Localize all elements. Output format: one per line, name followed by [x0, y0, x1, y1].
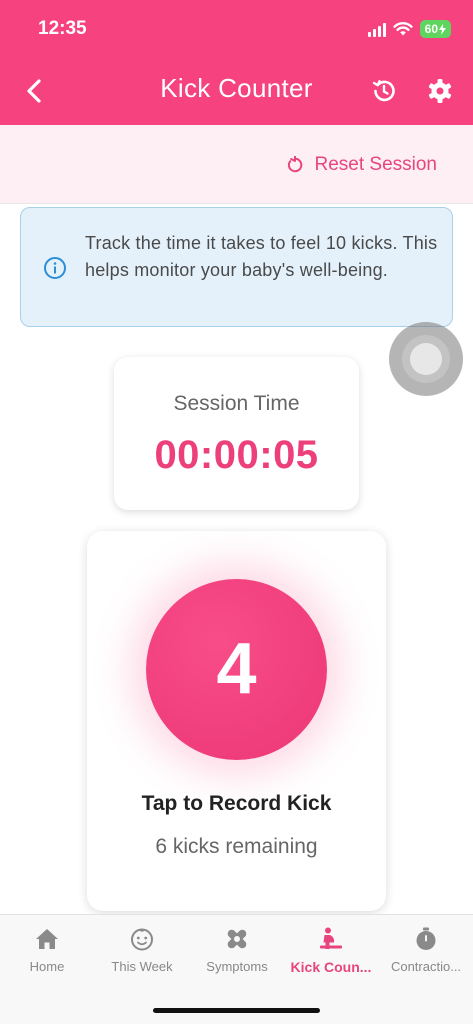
stopwatch-icon [416, 927, 436, 950]
cellular-signal-icon [367, 21, 386, 37]
kick-counter-card: 4 Tap to Record Kick 6 kicks remaining [87, 531, 386, 911]
session-time-value: 00:00:05 [154, 433, 319, 477]
battery-indicator: 60 [419, 20, 451, 38]
tab-label: Kick Coun... [290, 959, 372, 975]
wifi-icon [393, 22, 413, 36]
tab-home[interactable]: Home [0, 927, 94, 981]
kicks-remaining: 6 kicks remaining [155, 835, 318, 858]
page-title: Kick Counter [160, 73, 313, 103]
bandage-icon [227, 929, 247, 949]
status-time: 12:35 [38, 18, 87, 39]
tab-label: Symptoms [206, 959, 268, 974]
home-icon [36, 929, 58, 949]
record-kick-button[interactable]: 4 [146, 579, 327, 760]
history-button[interactable] [369, 76, 399, 106]
tab-symptoms[interactable]: Symptoms [190, 927, 284, 981]
refresh-icon [288, 156, 303, 173]
tab-label: Home [29, 959, 65, 974]
home-indicator[interactable] [153, 1008, 320, 1013]
info-icon [44, 257, 66, 279]
baby-face-icon [131, 928, 153, 951]
reset-session-button[interactable]: Reset Session [286, 151, 437, 179]
info-text: Track the time it takes to feel 10 kicks… [85, 233, 438, 280]
settings-button[interactable] [425, 76, 455, 106]
session-time-label: Session Time [173, 392, 300, 415]
pregnant-icon [320, 927, 342, 949]
tab-label: This Week [111, 959, 173, 974]
kick-count: 4 [216, 629, 257, 709]
info-banner: Track the time it takes to feel 10 kicks… [20, 207, 453, 327]
gear-icon [428, 79, 452, 103]
tab-kick-counter[interactable]: Kick Coun... [284, 927, 378, 981]
history-icon [372, 80, 395, 102]
charging-bolt-icon [439, 23, 446, 35]
assistive-touch-button[interactable] [389, 322, 463, 396]
tab-label: Contractio... [390, 959, 462, 974]
record-kick-label: Tap to Record Kick [141, 792, 332, 815]
reset-session-label: Reset Session [314, 154, 437, 175]
tab-contractions[interactable]: Contractio... [379, 927, 473, 981]
status-icons: 60 [367, 18, 451, 40]
battery-level: 60 [424, 22, 438, 36]
app-bar: 12:35 60 Kick Counter [0, 0, 473, 125]
session-timer-card: Session Time 00:00:05 [114, 357, 359, 510]
divider [0, 203, 473, 204]
tab-this-week[interactable]: This Week [95, 927, 189, 981]
